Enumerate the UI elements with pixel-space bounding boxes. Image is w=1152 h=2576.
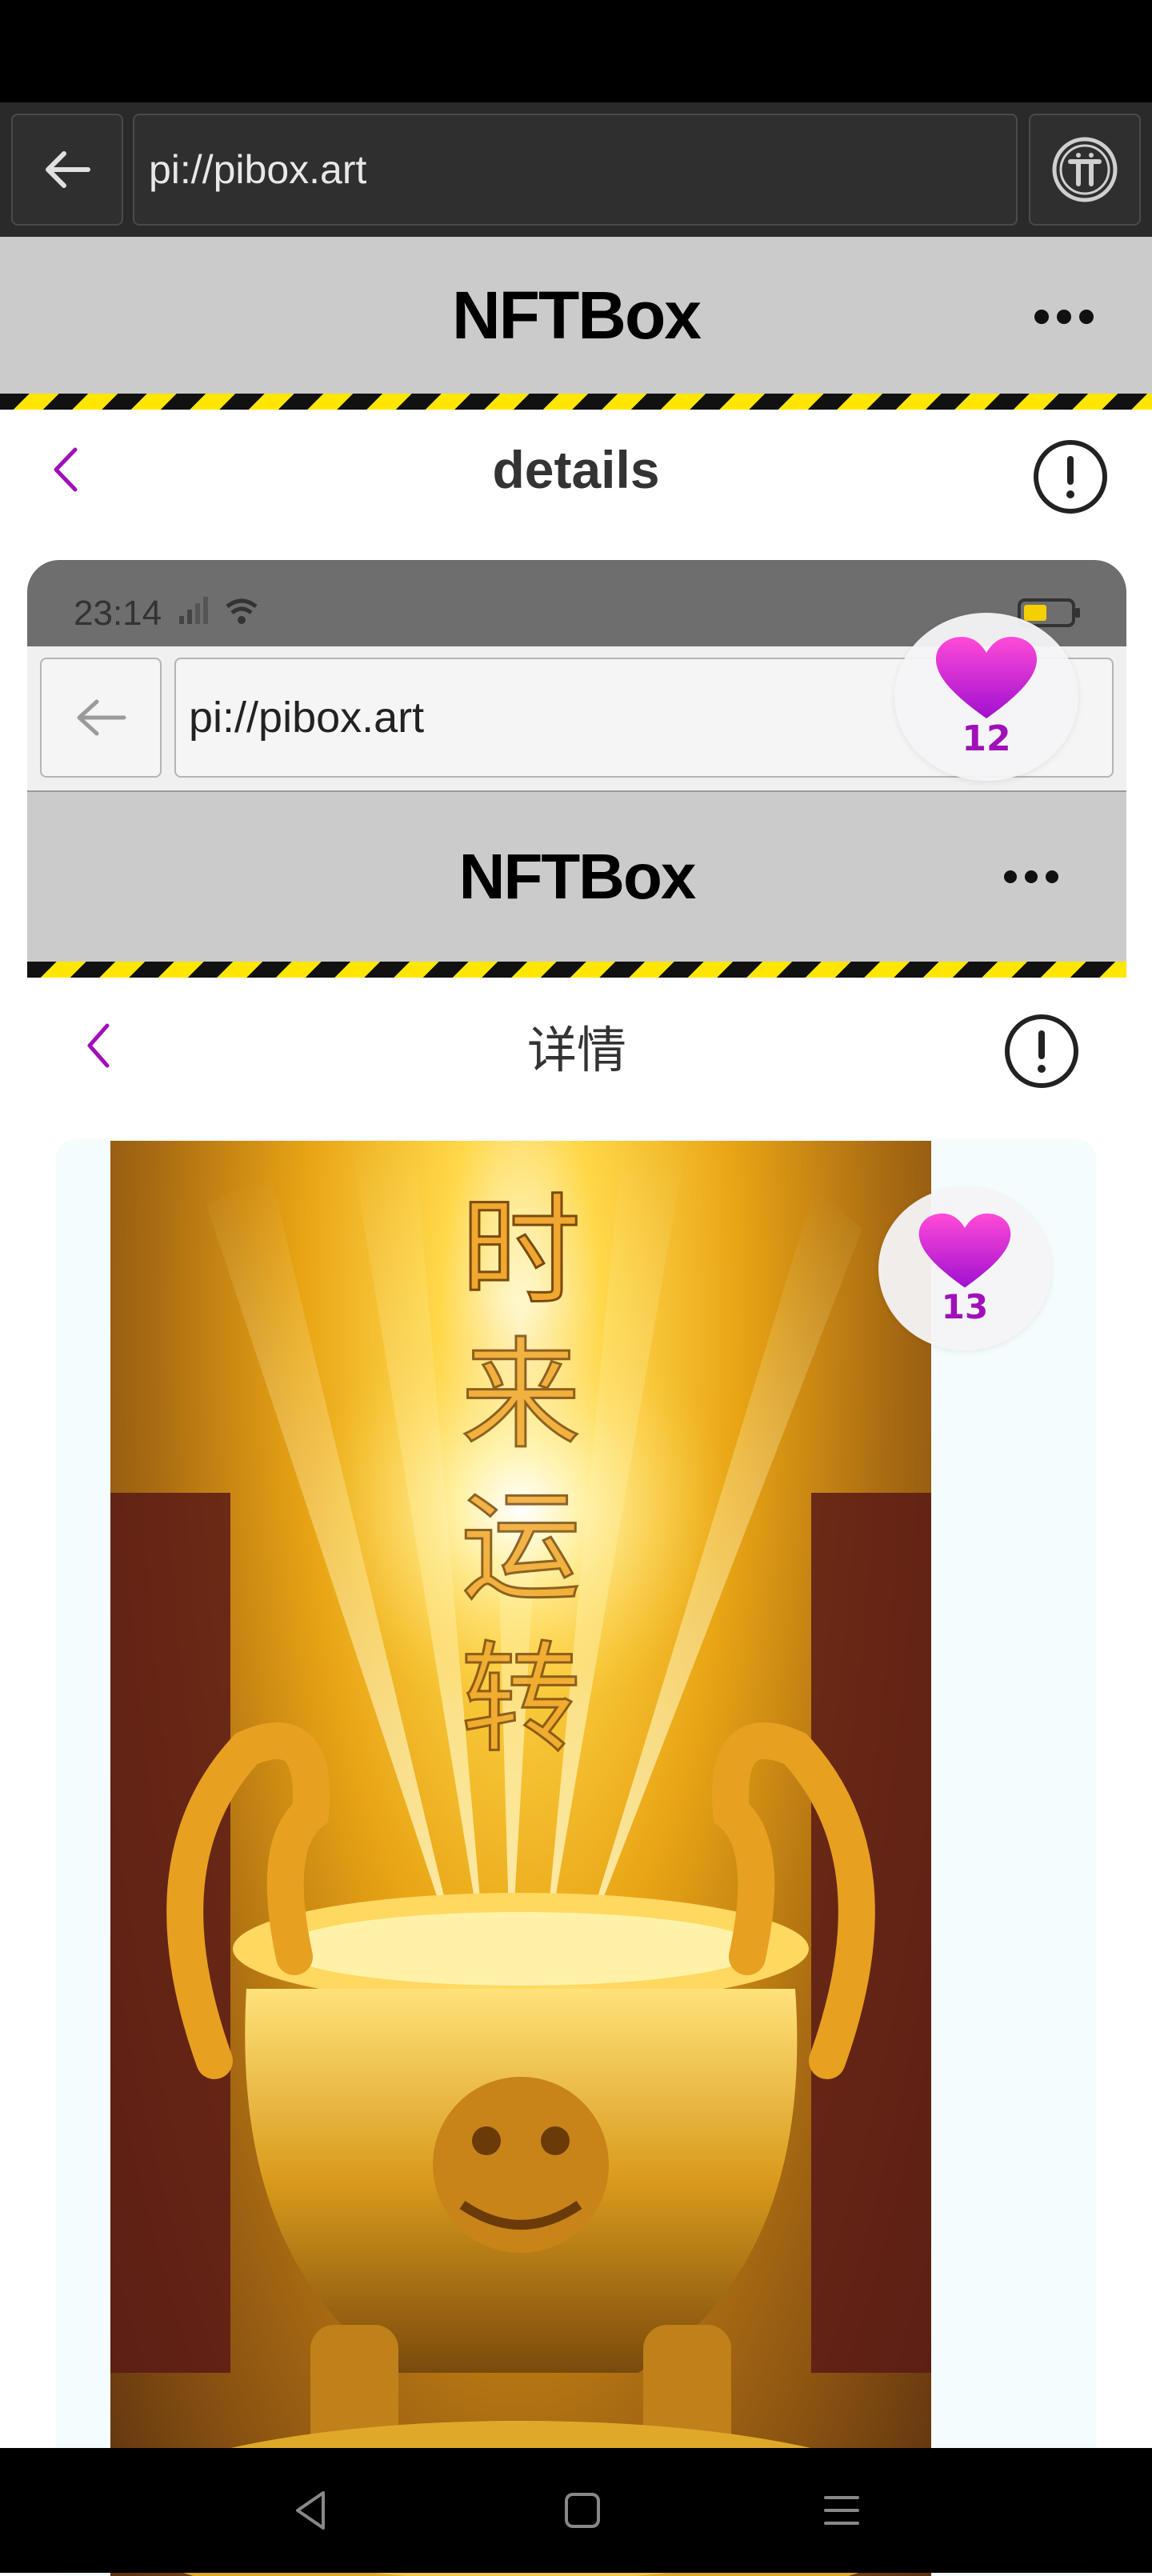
nft-image-card: 23:14 pi://pibox.art NFTBox 详情 时 来 运 转 bbox=[27, 560, 1126, 2576]
pi-logo-icon bbox=[1052, 137, 1118, 202]
info-circle-icon bbox=[1005, 1014, 1078, 1088]
artwork-char-2: 来 bbox=[461, 1326, 581, 1466]
app-title: NFTBox bbox=[452, 277, 702, 353]
nft-artwork-image: 时 来 运 转 bbox=[110, 1141, 931, 2576]
arrow-left-icon bbox=[46, 151, 90, 188]
more-horizontal-icon bbox=[1004, 870, 1058, 883]
info-circle-icon[interactable] bbox=[1032, 438, 1109, 515]
inner-app-title: NFTBox bbox=[458, 841, 697, 912]
inner-browser-url-text: pi://pibox.art bbox=[189, 694, 425, 742]
heart-icon bbox=[918, 1213, 1011, 1288]
signal-wifi-icon bbox=[179, 597, 258, 624]
page-title: details bbox=[492, 440, 660, 499]
page-header: details bbox=[0, 410, 1152, 530]
inner-page-header: 详情 bbox=[27, 978, 1126, 1114]
chevron-left-icon bbox=[87, 1023, 110, 1068]
like-badge[interactable]: 12 bbox=[894, 613, 1078, 781]
pi-browser-button[interactable] bbox=[1029, 114, 1141, 226]
hazard-stripe bbox=[0, 394, 1152, 410]
artwork-char-1: 时 bbox=[461, 1182, 581, 1322]
arrow-left-icon bbox=[77, 699, 126, 736]
browser-url-text: pi://pibox.art bbox=[149, 147, 367, 192]
menu-icon[interactable] bbox=[819, 2488, 864, 2533]
chevron-left-icon[interactable] bbox=[40, 442, 96, 498]
golden-cauldron-image: 时 来 运 转 bbox=[110, 1141, 931, 2576]
artwork-char-4: 转 bbox=[461, 1630, 581, 1770]
inner-browser-back-button bbox=[40, 658, 162, 778]
browser-toolbar: pi://pibox.art bbox=[0, 102, 1152, 237]
status-bar bbox=[0, 0, 1152, 102]
inner-app-header: NFTBox bbox=[27, 792, 1126, 962]
like-badge: 13 bbox=[878, 1187, 1051, 1350]
triangle-back-icon[interactable] bbox=[288, 2486, 336, 2534]
inner-hazard-stripe bbox=[27, 962, 1126, 978]
more-horizontal-icon[interactable] bbox=[1032, 307, 1096, 326]
app-header: NFTBox bbox=[0, 237, 1152, 394]
heart-icon bbox=[936, 636, 1037, 718]
artwork-char-3: 运 bbox=[461, 1478, 581, 1618]
like-count: 13 bbox=[941, 1286, 989, 1326]
like-count: 12 bbox=[962, 718, 1011, 759]
inner-status-time: 23:14 bbox=[74, 594, 162, 633]
square-home-icon[interactable] bbox=[560, 2488, 605, 2533]
browser-back-button[interactable] bbox=[11, 114, 123, 226]
browser-url-field[interactable]: pi://pibox.art bbox=[133, 114, 1018, 226]
inner-page-title: 详情 bbox=[526, 1021, 626, 1079]
system-navigation-bar bbox=[0, 2448, 1152, 2573]
